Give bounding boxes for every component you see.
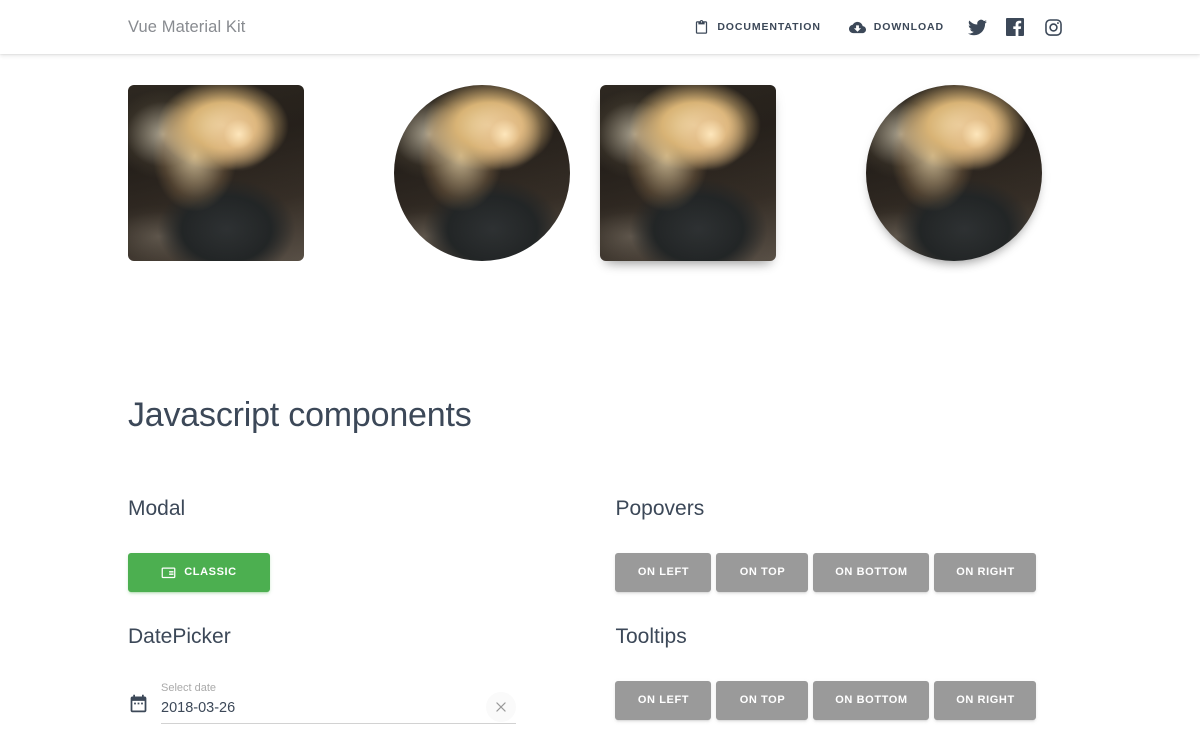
reader-mode-icon (161, 565, 176, 580)
clipboard-icon (694, 19, 709, 35)
image-col-3 (600, 85, 836, 261)
column-left: Modal CLASSIC DatePicker Select date 201… (128, 497, 585, 724)
navbar: Vue Material Kit DOCUMENTATION DOWNLOAD (0, 0, 1200, 54)
popover-on-left-button[interactable]: ON LEFT (615, 552, 712, 592)
nav-social-facebook[interactable] (996, 10, 1034, 44)
datepicker-heading: DatePicker (128, 624, 231, 648)
nav-social-instagram[interactable] (1034, 10, 1072, 44)
image-col-2 (364, 85, 600, 261)
popover-on-bottom-button[interactable]: ON BOTTOM (813, 552, 930, 592)
modal-classic-button-label: CLASSIC (184, 566, 237, 578)
image-rounded (128, 85, 304, 261)
tooltip-on-top-button[interactable]: ON TOP (716, 680, 809, 720)
datepicker-clear-button[interactable] (486, 691, 516, 722)
popover-on-right-button[interactable]: ON RIGHT (934, 552, 1037, 592)
images-row (128, 54, 1072, 261)
navbar-links: DOCUMENTATION DOWNLOAD (680, 10, 1072, 44)
navbar-inner: Vue Material Kit DOCUMENTATION DOWNLOAD (0, 10, 1200, 44)
calendar-icon[interactable] (128, 693, 149, 724)
datepicker: Select date (128, 681, 516, 724)
column-spacer (585, 497, 616, 724)
datepicker-input[interactable] (161, 696, 516, 719)
nav-link-download[interactable]: DOWNLOAD (835, 13, 958, 42)
popovers-heading: Popovers (615, 496, 705, 520)
page-title: Javascript components (128, 396, 472, 434)
content-container: Javascript components Modal CLASSIC Date… (0, 54, 1200, 724)
nav-social-twitter[interactable] (958, 10, 996, 44)
nav-link-documentation[interactable]: DOCUMENTATION (680, 14, 834, 41)
close-icon (494, 700, 508, 714)
image-circle-raised (866, 85, 1042, 261)
page-body: Javascript components Modal CLASSIC Date… (0, 54, 1200, 724)
tooltip-buttons: ON LEFT ON TOP ON BOTTOM ON RIGHT (615, 680, 1072, 720)
image-rounded-raised (600, 85, 776, 261)
datepicker-field[interactable]: Select date (161, 681, 516, 724)
tooltip-on-left-button[interactable]: ON LEFT (615, 680, 712, 720)
modal-classic-button[interactable]: CLASSIC (128, 552, 270, 592)
popover-on-top-button[interactable]: ON TOP (716, 552, 809, 592)
components-columns: Modal CLASSIC DatePicker Select date 201… (128, 437, 1072, 724)
image-col-4 (836, 85, 1072, 261)
tooltips-heading: Tooltips (615, 624, 687, 648)
image-col-1 (128, 85, 364, 261)
instagram-icon (1044, 18, 1063, 37)
column-right: Popovers ON LEFT ON TOP ON BOTTOM ON RIG… (615, 497, 1072, 724)
tooltip-on-bottom-button[interactable]: ON BOTTOM (813, 680, 930, 720)
modal-heading: Modal (128, 496, 186, 520)
datepicker-label: Select date (161, 681, 217, 694)
navbar-brand[interactable]: Vue Material Kit (128, 18, 245, 37)
tooltip-on-right-button[interactable]: ON RIGHT (934, 680, 1037, 720)
cloud-download-icon (848, 19, 866, 36)
popover-buttons: ON LEFT ON TOP ON BOTTOM ON RIGHT (615, 552, 1072, 592)
twitter-icon (967, 18, 987, 37)
nav-link-documentation-label: DOCUMENTATION (717, 21, 821, 33)
nav-link-download-label: DOWNLOAD (873, 21, 944, 33)
image-circle (394, 85, 570, 261)
facebook-icon (1006, 18, 1024, 36)
